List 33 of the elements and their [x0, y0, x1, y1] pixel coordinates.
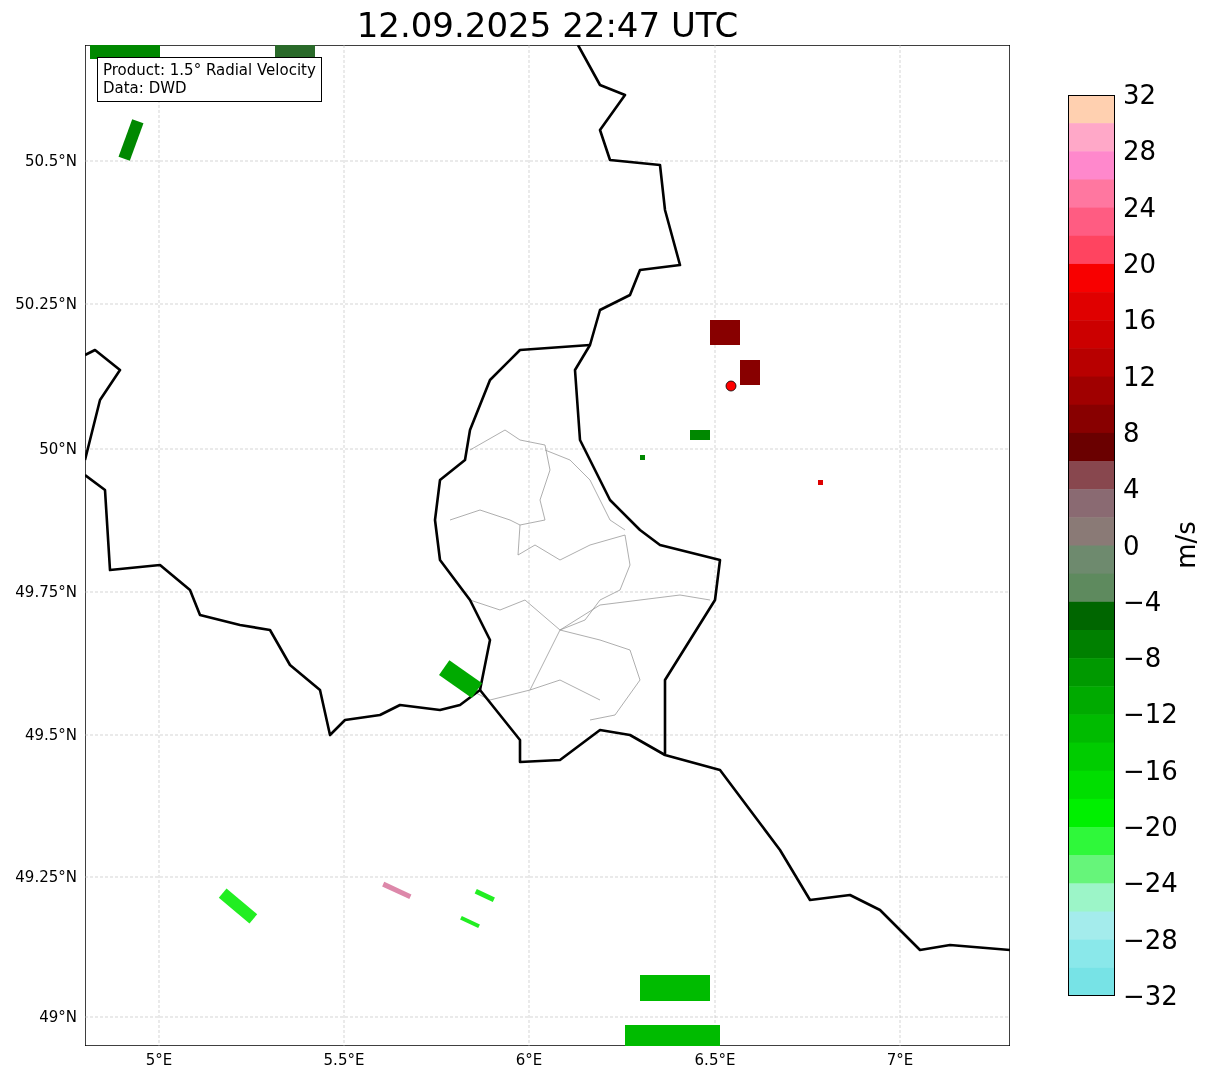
- latitude-label: 50°N: [39, 440, 77, 458]
- latitude-label: 50.5°N: [24, 152, 77, 170]
- colorbar-tick-label: −32: [1123, 981, 1178, 1011]
- colorbar-tick-label: 28: [1123, 136, 1157, 167]
- colorbar-label: m/s: [1171, 521, 1201, 569]
- colorbar-tick-label: −16: [1123, 755, 1178, 786]
- colorbar-tick-label: 12: [1123, 361, 1157, 392]
- colorbar-tick-label: 0: [1123, 530, 1140, 561]
- colorbar-tick-label: −8: [1123, 643, 1162, 674]
- colorbar-tick-label: −28: [1123, 924, 1178, 955]
- colorbar-tick-label: −24: [1123, 868, 1178, 899]
- colorbar-tick-label: 8: [1123, 417, 1140, 448]
- longitude-label: 6°E: [515, 1051, 543, 1069]
- latitude-label: 49.25°N: [15, 868, 77, 886]
- colorbar-tick-label: 20: [1123, 248, 1157, 279]
- colorbar-tick-label: 32: [1123, 80, 1157, 110]
- colorbar-tick-label: 24: [1123, 192, 1157, 223]
- chart-title: 12.09.2025 22:47 UTC: [355, 4, 740, 45]
- colorbar-tick-label: −20: [1123, 812, 1178, 843]
- colorbar-tick-label: −4: [1123, 586, 1162, 617]
- colorbar-tick-label: 4: [1123, 474, 1140, 505]
- colorbar-tick-label: 16: [1123, 305, 1157, 336]
- latitude-label: 49°N: [39, 1008, 77, 1026]
- longitude-label: 7°E: [886, 1051, 914, 1069]
- info-text: Product: 1.5° Radial Velocity: [103, 61, 316, 79]
- colorbar-tick-label: −12: [1123, 699, 1178, 730]
- longitude-label: 5°E: [145, 1051, 173, 1069]
- info-text: Data: DWD: [103, 79, 188, 97]
- latitude-label: 50.25°N: [15, 295, 77, 313]
- longitude-label: 6.5°E: [694, 1051, 736, 1069]
- longitude-label: 5.5°E: [323, 1051, 365, 1069]
- latitude-label: 49.75°N: [15, 583, 77, 601]
- latitude-label: 49.5°N: [24, 726, 77, 744]
